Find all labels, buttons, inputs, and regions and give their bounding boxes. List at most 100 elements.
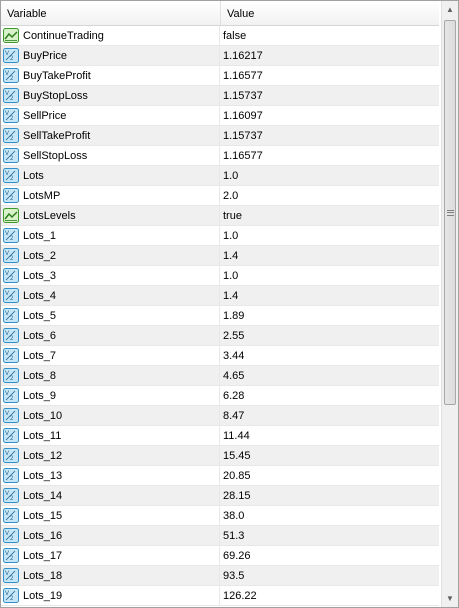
- variable-cell[interactable]: LotsLevels: [1, 206, 220, 226]
- table-row[interactable]: V 2 Lots_4 1.4: [1, 286, 439, 306]
- variable-cell[interactable]: V 2 Lots_18: [1, 566, 220, 586]
- value-cell[interactable]: 51.3: [220, 526, 439, 546]
- table-row[interactable]: V 2 Lots_7 3.44: [1, 346, 439, 366]
- variable-name: Lots_19: [23, 590, 63, 602]
- value-cell[interactable]: 126.22: [220, 586, 439, 606]
- column-header-variable[interactable]: Variable: [1, 1, 221, 25]
- table-row[interactable]: V 2 Lots_17 69.26: [1, 546, 439, 566]
- value-cell[interactable]: 4.65: [220, 366, 439, 386]
- variable-cell[interactable]: V 2 Lots_8: [1, 366, 220, 386]
- value-cell[interactable]: 1.16097: [220, 106, 439, 126]
- number-icon: V2: [3, 408, 19, 423]
- variable-cell[interactable]: V 2 SellStopLoss: [1, 146, 220, 166]
- variable-cell[interactable]: V 2 BuyStopLoss: [1, 86, 220, 106]
- value-cell[interactable]: 20.85: [220, 466, 439, 486]
- value-cell[interactable]: 1.0: [220, 166, 439, 186]
- variable-cell[interactable]: V 2 BuyTakeProfit: [1, 66, 220, 86]
- scroll-up-button[interactable]: ▲: [442, 1, 458, 18]
- variable-cell[interactable]: V 2 Lots_14: [1, 486, 220, 506]
- svg-text:V: V: [5, 151, 9, 157]
- table-row[interactable]: V 2 Lots_14 28.15: [1, 486, 439, 506]
- table-row[interactable]: V 2 Lots_2 1.4: [1, 246, 439, 266]
- value-cell[interactable]: 6.28: [220, 386, 439, 406]
- value-cell[interactable]: 28.15: [220, 486, 439, 506]
- scroll-thumb[interactable]: [444, 20, 456, 405]
- table-row[interactable]: V 2 Lots_6 2.55: [1, 326, 439, 346]
- variable-cell[interactable]: V 2 SellPrice: [1, 106, 220, 126]
- value-cell[interactable]: 1.15737: [220, 86, 439, 106]
- vertical-scrollbar[interactable]: ▲ ▼: [441, 1, 458, 607]
- variable-cell[interactable]: V 2 Lots_16: [1, 526, 220, 546]
- value-cell[interactable]: 1.16217: [220, 46, 439, 66]
- variable-cell[interactable]: V 2 Lots_7: [1, 346, 220, 366]
- value-cell[interactable]: 1.16577: [220, 66, 439, 86]
- table-row[interactable]: V 2 Lots_5 1.89: [1, 306, 439, 326]
- value-cell[interactable]: 2.0: [220, 186, 439, 206]
- column-header-value[interactable]: Value: [221, 1, 439, 25]
- value-cell[interactable]: 1.0: [220, 266, 439, 286]
- table-row[interactable]: V 2 Lots_10 8.47: [1, 406, 439, 426]
- variable-cell[interactable]: V 2 Lots_17: [1, 546, 220, 566]
- variable-cell[interactable]: V 2 Lots_11: [1, 426, 220, 446]
- scroll-down-button[interactable]: ▼: [442, 590, 458, 607]
- variable-cell[interactable]: V 2 Lots_13: [1, 466, 220, 486]
- value-cell[interactable]: 3.44: [220, 346, 439, 366]
- value-cell[interactable]: 93.5: [220, 566, 439, 586]
- table-row[interactable]: V 2 BuyPrice 1.16217: [1, 46, 439, 66]
- table-row[interactable]: V 2 Lots_13 20.85: [1, 466, 439, 486]
- variable-cell[interactable]: V 2 Lots_10: [1, 406, 220, 426]
- value-cell[interactable]: 11.44: [220, 426, 439, 446]
- table-row[interactable]: V 2 Lots_9 6.28: [1, 386, 439, 406]
- table-row[interactable]: ContinueTrading false: [1, 26, 439, 46]
- value-cell[interactable]: 1.16577: [220, 146, 439, 166]
- table-row[interactable]: LotsLevels true: [1, 206, 439, 226]
- value-cell[interactable]: 38.0: [220, 506, 439, 526]
- variable-cell[interactable]: V 2 SellTakeProfit: [1, 126, 220, 146]
- value-cell[interactable]: 8.47: [220, 406, 439, 426]
- table-row[interactable]: V 2 Lots_3 1.0: [1, 266, 439, 286]
- table-row[interactable]: V 2 SellStopLoss 1.16577: [1, 146, 439, 166]
- value-cell[interactable]: 15.45: [220, 446, 439, 466]
- table-row[interactable]: V 2 Lots_19 126.22: [1, 586, 439, 606]
- table-row[interactable]: V 2 Lots_16 51.3: [1, 526, 439, 546]
- number-icon: V2: [3, 268, 19, 283]
- value-cell[interactable]: 69.26: [220, 546, 439, 566]
- variable-cell[interactable]: V 2 Lots_15: [1, 506, 220, 526]
- variable-cell[interactable]: V 2 BuyPrice: [1, 46, 220, 66]
- variable-name: Lots_10: [23, 410, 63, 422]
- variable-cell[interactable]: V 2 LotsMP: [1, 186, 220, 206]
- table-row[interactable]: V 2 BuyStopLoss 1.15737: [1, 86, 439, 106]
- value-cell[interactable]: 1.15737: [220, 126, 439, 146]
- variable-cell[interactable]: V 2 Lots_12: [1, 446, 220, 466]
- variable-cell[interactable]: ContinueTrading: [1, 26, 220, 46]
- variable-cell[interactable]: V 2 Lots_2: [1, 246, 220, 266]
- value-cell[interactable]: true: [220, 206, 439, 226]
- table-row[interactable]: V 2 SellTakeProfit 1.15737: [1, 126, 439, 146]
- table-row[interactable]: V 2 SellPrice 1.16097: [1, 106, 439, 126]
- table-row[interactable]: V 2 LotsMP 2.0: [1, 186, 439, 206]
- variable-cell[interactable]: V 2 Lots_9: [1, 386, 220, 406]
- variable-cell[interactable]: V 2 Lots_19: [1, 586, 220, 606]
- table-row[interactable]: V 2 Lots_15 38.0: [1, 506, 439, 526]
- table-row[interactable]: V 2 Lots_8 4.65: [1, 366, 439, 386]
- variable-name: Lots_4: [23, 290, 57, 302]
- variable-cell[interactable]: V 2 Lots_6: [1, 326, 220, 346]
- value-cell[interactable]: 1.4: [220, 286, 439, 306]
- variable-cell[interactable]: V 2 Lots_1: [1, 226, 220, 246]
- variable-cell[interactable]: V 2 Lots_3: [1, 266, 220, 286]
- variable-cell[interactable]: V 2 Lots: [1, 166, 220, 186]
- value-cell[interactable]: 1.89: [220, 306, 439, 326]
- table-row[interactable]: V 2 BuyTakeProfit 1.16577: [1, 66, 439, 86]
- value-cell[interactable]: 2.55: [220, 326, 439, 346]
- value-cell[interactable]: 1.4: [220, 246, 439, 266]
- table-row[interactable]: V 2 Lots 1.0: [1, 166, 439, 186]
- variable-cell[interactable]: V 2 Lots_4: [1, 286, 220, 306]
- variable-cell[interactable]: V 2 Lots_5: [1, 306, 220, 326]
- table-row[interactable]: V 2 Lots_11 11.44: [1, 426, 439, 446]
- variable-name: Lots_6: [23, 330, 57, 342]
- table-row[interactable]: V 2 Lots_12 15.45: [1, 446, 439, 466]
- value-cell[interactable]: false: [220, 26, 439, 46]
- value-cell[interactable]: 1.0: [220, 226, 439, 246]
- table-row[interactable]: V 2 Lots_18 93.5: [1, 566, 439, 586]
- table-row[interactable]: V 2 Lots_1 1.0: [1, 226, 439, 246]
